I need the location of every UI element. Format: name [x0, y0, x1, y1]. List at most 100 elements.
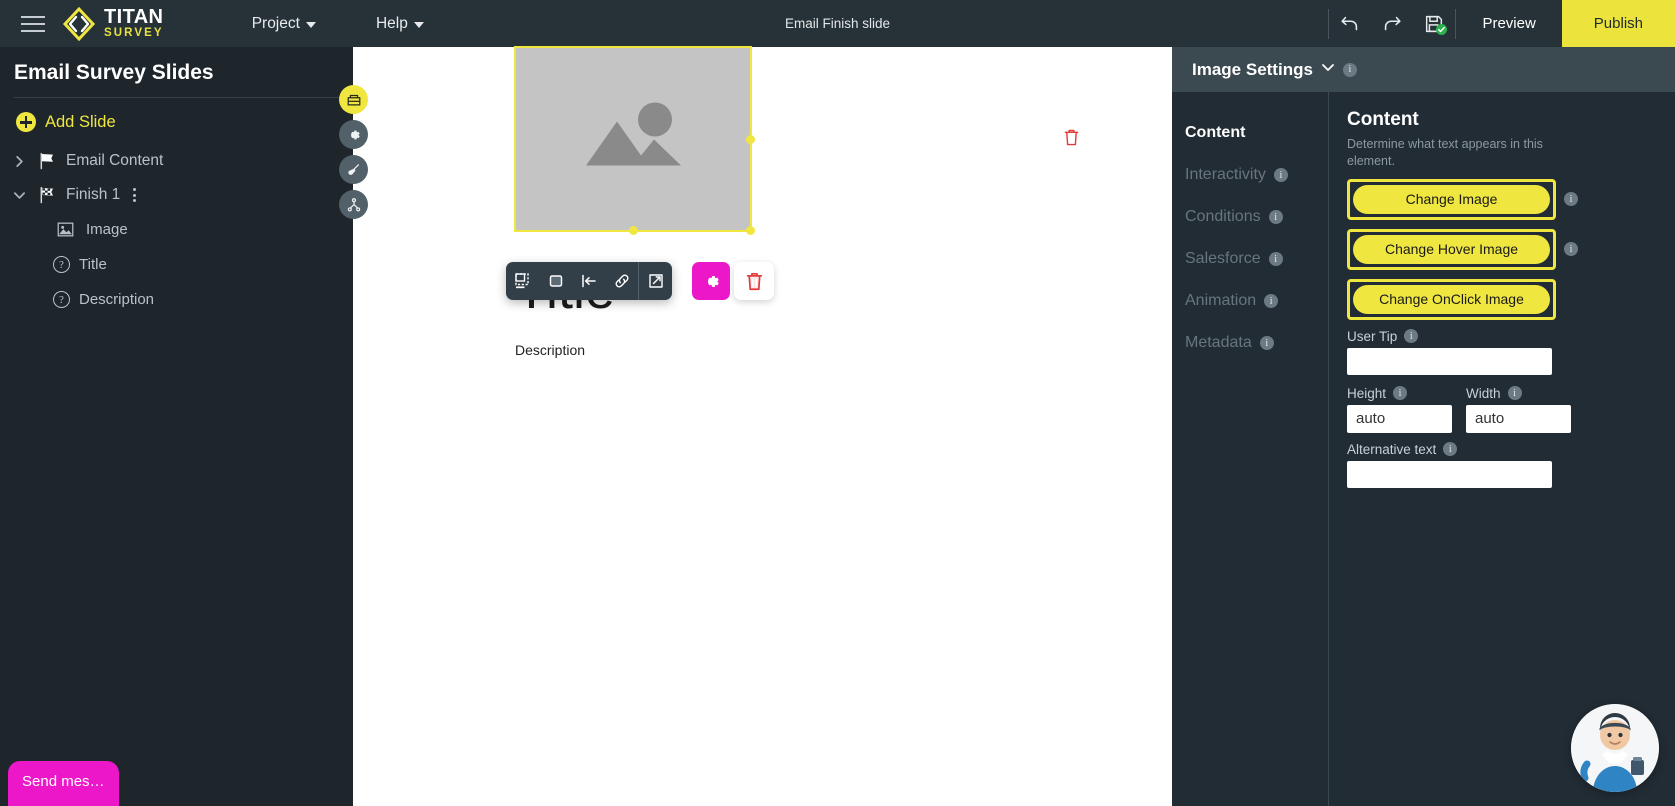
change-hover-image-button[interactable]: Change Hover Image	[1353, 234, 1550, 264]
user-tip-label: User Tip i	[1347, 329, 1657, 344]
align-left-icon[interactable]	[572, 262, 605, 300]
tab-label: Conditions	[1185, 208, 1261, 225]
tab-label: Salesforce	[1185, 250, 1261, 267]
info-icon[interactable]: i	[1259, 336, 1274, 350]
height-label: Height i	[1347, 386, 1452, 401]
background-icon[interactable]	[539, 262, 572, 300]
info-icon[interactable]: i	[1264, 294, 1279, 308]
info-icon[interactable]: i	[1564, 192, 1578, 207]
layers-icon[interactable]	[339, 85, 368, 114]
info-icon[interactable]: i	[1443, 442, 1458, 457]
chevron-down-icon[interactable]	[1321, 60, 1335, 79]
toolbar-gear-button[interactable]	[692, 262, 730, 300]
undo-icon[interactable]	[1329, 0, 1371, 47]
logo-subtitle: SURVEY	[104, 27, 164, 40]
height-input[interactable]	[1347, 404, 1452, 433]
sidebar-item-image[interactable]: Image	[0, 212, 353, 247]
link-icon[interactable]	[605, 262, 638, 300]
resize-handle-right[interactable]	[746, 134, 755, 144]
chevron-down-icon[interactable]	[10, 186, 28, 204]
publish-button[interactable]: Publish	[1561, 0, 1675, 47]
sidebar-item-label: Finish 1	[66, 186, 121, 203]
sidebar-item-description[interactable]: ? Description	[0, 282, 353, 317]
sidebar-item-finish-1[interactable]: Finish 1	[0, 178, 353, 212]
sidebar-item-label: Email Content	[66, 152, 164, 169]
user-tip-input[interactable]	[1347, 347, 1552, 375]
info-icon[interactable]: i	[1273, 168, 1288, 182]
tab-metadata[interactable]: Metadata i	[1172, 322, 1328, 364]
tab-content[interactable]: Content	[1172, 112, 1328, 154]
chevron-right-icon[interactable]	[10, 152, 28, 170]
question-icon: ?	[53, 256, 70, 273]
tab-conditions[interactable]: Conditions i	[1172, 196, 1328, 238]
trash-red-icon[interactable]	[1063, 128, 1080, 152]
panel-body: Content Interactivity i Conditions i Sal…	[1172, 92, 1675, 806]
titan-diamond-logo	[62, 6, 96, 41]
change-onclick-image-button[interactable]: Change OnClick Image	[1353, 284, 1550, 314]
brush-icon[interactable]	[339, 155, 368, 184]
panel-content: Content Determine what text appears in t…	[1329, 92, 1675, 806]
add-slide-button[interactable]: Add Slide	[0, 98, 353, 144]
panel-title: Image Settings	[1192, 59, 1313, 79]
resize-handle-bottom[interactable]	[628, 226, 638, 235]
width-input[interactable]	[1466, 404, 1571, 433]
info-icon[interactable]: i	[1507, 386, 1522, 401]
sidebar-item-title[interactable]: ? Title	[0, 247, 353, 282]
slide-page[interactable]: Title Description	[353, 46, 1172, 806]
send-message-button[interactable]: Send mes…	[8, 761, 119, 806]
info-icon[interactable]: i	[1268, 210, 1283, 224]
gear-icon[interactable]	[339, 120, 368, 149]
add-slide-label: Add Slide	[45, 112, 116, 131]
open-external-icon[interactable]	[639, 262, 672, 300]
support-mascot-avatar[interactable]	[1571, 704, 1659, 792]
save-icon[interactable]	[1413, 0, 1455, 47]
tab-label: Metadata	[1185, 334, 1252, 351]
slide-canvas[interactable]: Title Description	[353, 46, 1172, 806]
change-image-button[interactable]: Change Image	[1353, 184, 1550, 214]
change-onclick-image-highlight: Change OnClick Image	[1347, 278, 1556, 320]
size-fields: Height i Width i	[1347, 377, 1657, 433]
element-toolbar[interactable]	[506, 262, 672, 300]
more-options-icon[interactable]	[133, 188, 137, 202]
image-icon	[575, 94, 691, 185]
field-label-text: User Tip	[1347, 328, 1398, 344]
tab-salesforce[interactable]: Salesforce i	[1172, 238, 1328, 280]
toolbar-delete-button[interactable]	[734, 262, 774, 300]
info-icon[interactable]: i	[1404, 329, 1419, 344]
tab-interactivity[interactable]: Interactivity i	[1172, 154, 1328, 196]
tab-label: Interactivity	[1185, 166, 1266, 183]
flow-icon[interactable]	[339, 190, 368, 219]
alternative-text-label: Alternative text i	[1347, 442, 1657, 457]
resize-handle-bottom-right[interactable]	[746, 226, 755, 235]
panel-header[interactable]: Image Settings i	[1172, 47, 1675, 92]
info-icon[interactable]: i	[1564, 242, 1578, 257]
info-icon[interactable]: i	[1268, 252, 1283, 266]
field-label-text: Alternative text	[1347, 441, 1437, 457]
menu-project-label: Project	[251, 14, 300, 32]
top-bar: TITAN SURVEY Project Help Email Finish s…	[0, 0, 1675, 47]
info-icon[interactable]: i	[1342, 62, 1357, 77]
left-sidebar: Email Survey Slides Add Slide Email Cont…	[0, 47, 353, 806]
chevron-down-icon	[413, 21, 424, 28]
width-label: Width i	[1466, 386, 1571, 401]
redo-icon[interactable]	[1371, 0, 1413, 47]
border-icon[interactable]	[506, 262, 539, 300]
alternative-text-input[interactable]	[1347, 460, 1552, 488]
menu-help[interactable]: Help	[366, 9, 434, 39]
chevron-down-icon	[305, 21, 316, 28]
change-onclick-image-row: Change OnClick Image	[1347, 278, 1657, 320]
sidebar-title: Email Survey Slides	[14, 61, 214, 84]
menu-project[interactable]: Project	[242, 9, 326, 39]
info-icon[interactable]: i	[1393, 386, 1408, 401]
sidebar-item-label: Title	[79, 256, 107, 273]
image-placeholder[interactable]	[514, 46, 752, 232]
preview-button[interactable]: Preview	[1456, 0, 1561, 47]
sidebar-item-label: Image	[86, 221, 128, 238]
sidebar-item-email-content[interactable]: Email Content	[0, 144, 353, 178]
hamburger-icon[interactable]	[10, 15, 56, 32]
titan-logo[interactable]: TITAN SURVEY	[62, 6, 164, 41]
change-hover-image-highlight: Change Hover Image	[1347, 228, 1556, 270]
slide-description-text[interactable]: Description	[515, 342, 585, 358]
tab-animation[interactable]: Animation i	[1172, 280, 1328, 322]
flag-white-icon	[35, 151, 59, 171]
